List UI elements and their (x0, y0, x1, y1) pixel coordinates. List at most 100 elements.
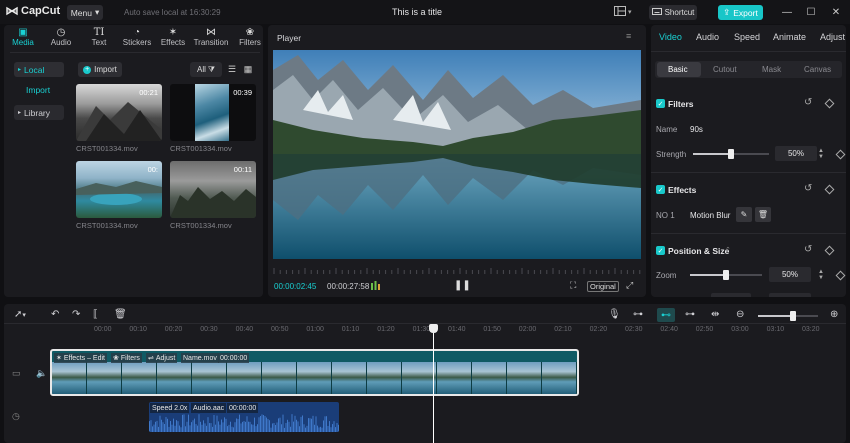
subtab-cutout[interactable]: Cutout (713, 65, 737, 74)
keyframe-diamond-icon[interactable] (824, 98, 835, 109)
clip-frame (227, 362, 262, 394)
playhead-line[interactable] (433, 324, 434, 443)
tab-audio[interactable]: ◷ Audio (44, 27, 78, 49)
media-item[interactable]: 00:21 CRST001334.mov (76, 84, 162, 153)
video-clip[interactable]: ✶ Effects – Edit ❀ Filters ⇌ Adjust Name.mo… (50, 349, 579, 396)
chevron-down-icon[interactable]: ▼ (818, 154, 824, 160)
filter-label: All (196, 65, 206, 74)
video-preview[interactable] (273, 50, 641, 259)
clip-frame (507, 362, 542, 394)
close-icon[interactable]: ✕ (829, 5, 843, 19)
strength-stepper[interactable]: ▲ ▼ (817, 146, 825, 161)
tab-effects[interactable]: ✶ Effects (156, 27, 190, 49)
list-view-icon[interactable]: ☰ (225, 62, 239, 77)
subtab-mask[interactable]: Mask (762, 65, 781, 74)
total-timecode: 00:00:27:58 (327, 282, 370, 291)
strength-slider-thumb[interactable] (728, 149, 734, 159)
preview-scrubber[interactable] (273, 266, 641, 274)
audio-track-icon: ◷ (12, 411, 20, 421)
caret-right-icon: ▸ (18, 67, 22, 73)
clip-filters-label: Filters (120, 354, 140, 362)
sidebar-item-import[interactable]: Import (26, 85, 50, 95)
sidebar-item-local[interactable]: ▸ Local (14, 62, 64, 77)
media-item[interactable]: 00:39 CRST001334.mov (170, 84, 256, 153)
keyframe-diamond-icon[interactable] (824, 184, 835, 195)
tab-label: Audio (50, 38, 72, 47)
tab-filters[interactable]: ❀ Filters (233, 27, 267, 49)
trash-icon[interactable]: 🗑 (755, 207, 771, 222)
pencil-icon[interactable]: ✎ (736, 207, 752, 222)
subtab-basic[interactable]: Basic (668, 65, 688, 74)
tab-text[interactable]: TI Text (82, 27, 116, 49)
tab-adjust[interactable]: Adjust (820, 32, 845, 42)
divider (651, 172, 846, 173)
tab-audio-props[interactable]: Audio (696, 32, 719, 42)
playhead-handle[interactable] (429, 324, 438, 333)
minimize-icon[interactable]: — (780, 5, 794, 19)
effects-section-title: Effects (668, 185, 697, 195)
ruler-label: 02:10 (554, 326, 572, 333)
clip-frame (472, 362, 507, 394)
media-item[interactable]: 00:11 CRST001334.mov (170, 161, 256, 230)
position-checkbox[interactable]: ✓ (656, 246, 665, 255)
speaker-icon[interactable]: 🔈 (36, 368, 47, 379)
shortcut-button[interactable]: Shortcut (649, 5, 697, 20)
ruler-label: 02:20 (589, 326, 608, 333)
maximize-icon[interactable]: ☐ (804, 5, 818, 19)
ruler-label: 02:50 (695, 326, 714, 333)
filter-all-dropdown[interactable]: All ⧩ (190, 62, 222, 77)
hamburger-menu-icon[interactable]: ≡ (626, 31, 631, 41)
strength-input[interactable]: 50% (775, 146, 817, 161)
ruler-label: 01:50 (483, 326, 501, 333)
media-thumbnail: 00: (76, 161, 162, 218)
stickers-icon: ◔ (133, 27, 141, 38)
divider (651, 51, 846, 52)
tab-transition[interactable]: ⋈ Transition (194, 27, 229, 49)
tab-stickers[interactable]: ◔ Stickers (120, 27, 154, 49)
media-item[interactable]: 00: CRST001334.mov (76, 161, 162, 230)
filters-checkbox[interactable]: ✓ (656, 99, 665, 108)
ruler-label: 02:00 (518, 326, 537, 333)
menu-button[interactable]: Menu ▾ (67, 5, 103, 20)
autosave-status: Auto save local at 16:30:29 (124, 8, 221, 17)
position-row-partial (651, 291, 846, 297)
audio-clip[interactable]: Speed 2.0x Audio.aac 00:00:00 (149, 402, 339, 432)
keyframe-diamond-icon[interactable] (835, 149, 846, 160)
media-name: CRST001334.mov (170, 221, 232, 230)
grid-view-icon[interactable]: ▦ (241, 62, 255, 77)
sidebar-item-library[interactable]: ▸ Library (14, 105, 64, 120)
import-button[interactable]: + Import (78, 62, 122, 77)
media-duration: 00:21 (139, 88, 158, 97)
fullscreen-icon[interactable]: ⤢ (626, 280, 633, 291)
time-ruler[interactable]: 00:00 00:10 00:20 00:30 00:40 00:50 01:00 01:10… (4, 304, 846, 336)
chevron-up-icon[interactable]: ⌃ (725, 246, 731, 254)
reset-icon[interactable]: ↺ (804, 97, 812, 108)
zoom-stepper[interactable]: ▲ ▼ (817, 267, 825, 282)
chevron-down-icon: ▾ (94, 7, 100, 17)
ruler-label: 00:30 (200, 326, 218, 333)
ruler-label: 00:40 (235, 326, 254, 333)
tab-media[interactable]: ▣ Media (6, 27, 40, 49)
keyframe-diamond-icon[interactable] (835, 270, 846, 281)
export-button[interactable]: ⇪ Export (718, 5, 763, 20)
keyframe-diamond-icon[interactable] (824, 245, 835, 256)
layout-button[interactable]: ▾ (614, 6, 636, 18)
reset-icon[interactable]: ↺ (804, 183, 812, 194)
chevron-down-icon[interactable]: ▼ (818, 275, 824, 281)
media-panel: ▣ Media ◷ Audio TI Text ◔ Stickers ✶ Eff… (4, 25, 263, 297)
clip-frame (297, 362, 332, 394)
pause-button[interactable]: ❚❚ (454, 280, 471, 291)
project-title[interactable]: This is a title (392, 7, 442, 17)
crop-icon[interactable]: ⛶ (570, 280, 576, 291)
zoom-input[interactable]: 50% (769, 267, 811, 282)
ratio-original-button[interactable]: Original (587, 281, 619, 292)
subtab-canvas[interactable]: Canvas (804, 65, 831, 74)
reset-icon[interactable]: ↺ (804, 244, 812, 255)
keyboard-icon (651, 8, 662, 17)
tab-animate[interactable]: Animate (773, 32, 806, 42)
effects-checkbox[interactable]: ✓ (656, 185, 665, 194)
tab-speed[interactable]: Speed (734, 32, 760, 42)
zoom-slider-fill (690, 274, 726, 276)
tab-video[interactable]: Video (659, 32, 682, 42)
zoom-slider-thumb[interactable] (723, 270, 729, 280)
